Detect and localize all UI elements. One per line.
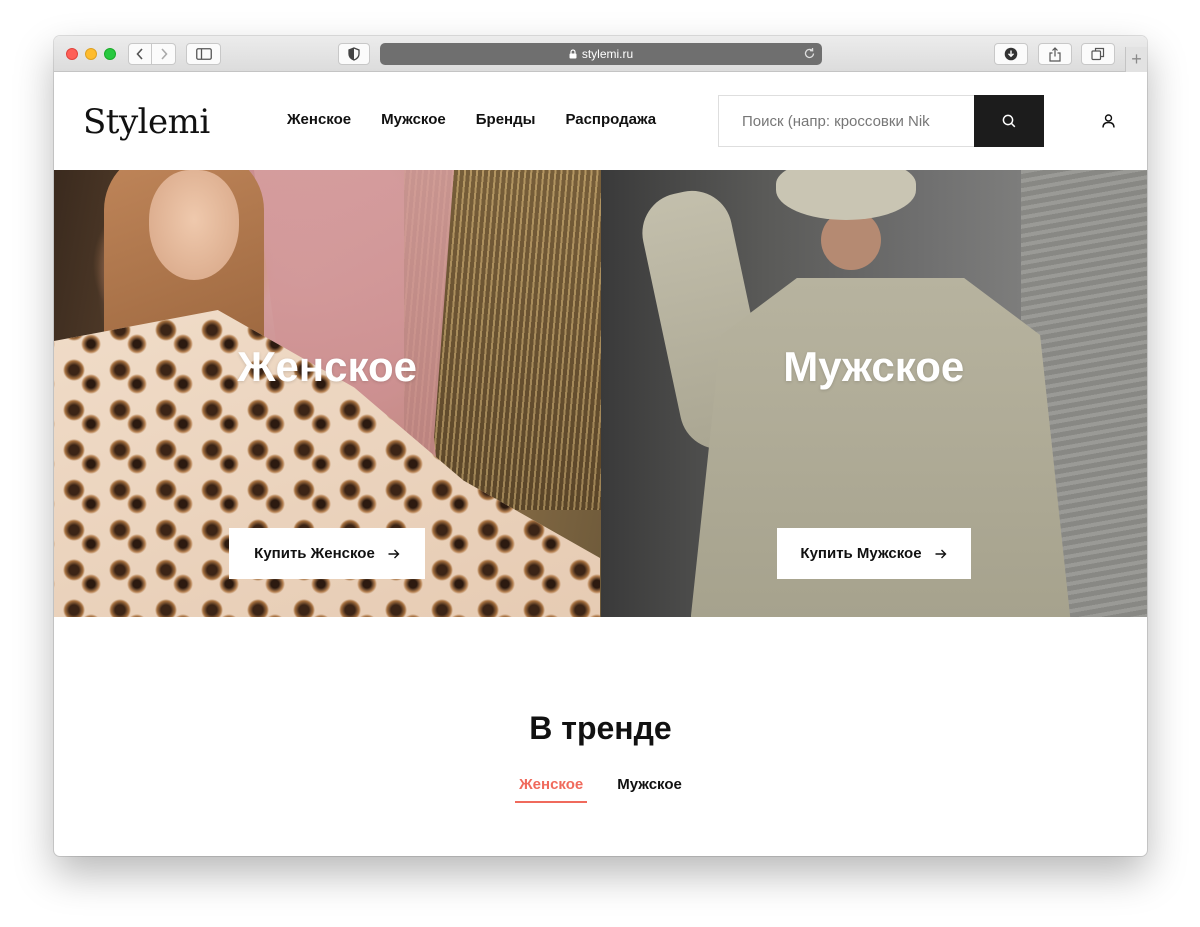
shop-men-label: Купить Мужское xyxy=(800,545,922,562)
search-icon xyxy=(1002,114,1016,128)
search-placeholder: Поиск (напр: кроссовки Nik xyxy=(742,112,930,130)
sidebar-toggle-button[interactable] xyxy=(186,43,221,65)
site-logo[interactable]: Stylemi xyxy=(83,102,210,142)
tabs-icon xyxy=(1091,47,1105,61)
back-button[interactable] xyxy=(128,43,152,65)
account-button[interactable] xyxy=(1099,112,1117,130)
tabs-overview-button[interactable] xyxy=(1081,43,1115,65)
shield-icon xyxy=(348,47,360,61)
close-window-button[interactable] xyxy=(66,48,78,60)
arrow-right-icon xyxy=(935,549,947,559)
site-header: Stylemi Женское Мужское Бренды Распродаж… xyxy=(54,72,1147,170)
browser-window: stylemi.ru + Stylemi Женское Мужское Бре… xyxy=(54,36,1147,856)
hero-section: Женское Купить Женское Мужское Купить Му… xyxy=(54,170,1147,617)
nav-item-women[interactable]: Женское xyxy=(287,110,351,130)
shop-women-button[interactable]: Купить Женское xyxy=(229,528,425,579)
hero-panel-men[interactable]: Мужское Купить Мужское xyxy=(600,170,1147,617)
sidebar-icon xyxy=(195,48,212,60)
shop-men-button[interactable]: Купить Мужское xyxy=(776,528,971,579)
minimize-window-button[interactable] xyxy=(85,48,97,60)
tab-trending-men[interactable]: Мужское xyxy=(613,775,686,803)
search-button[interactable] xyxy=(974,95,1044,147)
hero-title-men: Мужское xyxy=(783,343,965,390)
downloads-button[interactable] xyxy=(994,43,1028,65)
privacy-report-button[interactable] xyxy=(338,43,370,65)
reload-icon[interactable] xyxy=(803,47,816,63)
chevron-right-icon xyxy=(160,48,168,60)
tab-trending-women[interactable]: Женское xyxy=(515,775,588,803)
share-icon xyxy=(1049,46,1061,62)
address-bar[interactable]: stylemi.ru xyxy=(380,43,822,65)
nav-item-brands[interactable]: Бренды xyxy=(476,110,536,130)
trending-tabs: Женское Мужское xyxy=(54,775,1147,803)
shop-women-label: Купить Женское xyxy=(254,545,375,562)
user-icon xyxy=(1101,114,1115,128)
share-button[interactable] xyxy=(1038,43,1072,65)
new-tab-button[interactable]: + xyxy=(1125,47,1147,72)
trending-title: В тренде xyxy=(529,710,672,746)
model-face xyxy=(149,170,239,280)
nav-item-men[interactable]: Мужское xyxy=(381,110,446,130)
arrow-right-icon xyxy=(388,549,400,559)
lock-icon xyxy=(569,49,577,59)
hero-title-women: Женское xyxy=(237,343,418,390)
zoom-window-button[interactable] xyxy=(104,48,116,60)
forward-button[interactable] xyxy=(152,43,176,65)
plus-icon: + xyxy=(1131,49,1142,69)
nav-item-sale[interactable]: Распродажа xyxy=(565,110,656,130)
chevron-left-icon xyxy=(136,48,143,60)
search-input[interactable]: Поиск (напр: кроссовки Nik xyxy=(718,95,974,147)
download-icon xyxy=(1004,47,1018,61)
hero-panel-women[interactable]: Женское Купить Женское xyxy=(54,170,601,617)
model-cap xyxy=(775,170,916,220)
main-nav: Женское Мужское Бренды Распродажа xyxy=(287,110,686,130)
browser-toolbar: stylemi.ru + xyxy=(54,36,1147,72)
address-url: stylemi.ru xyxy=(581,47,634,61)
